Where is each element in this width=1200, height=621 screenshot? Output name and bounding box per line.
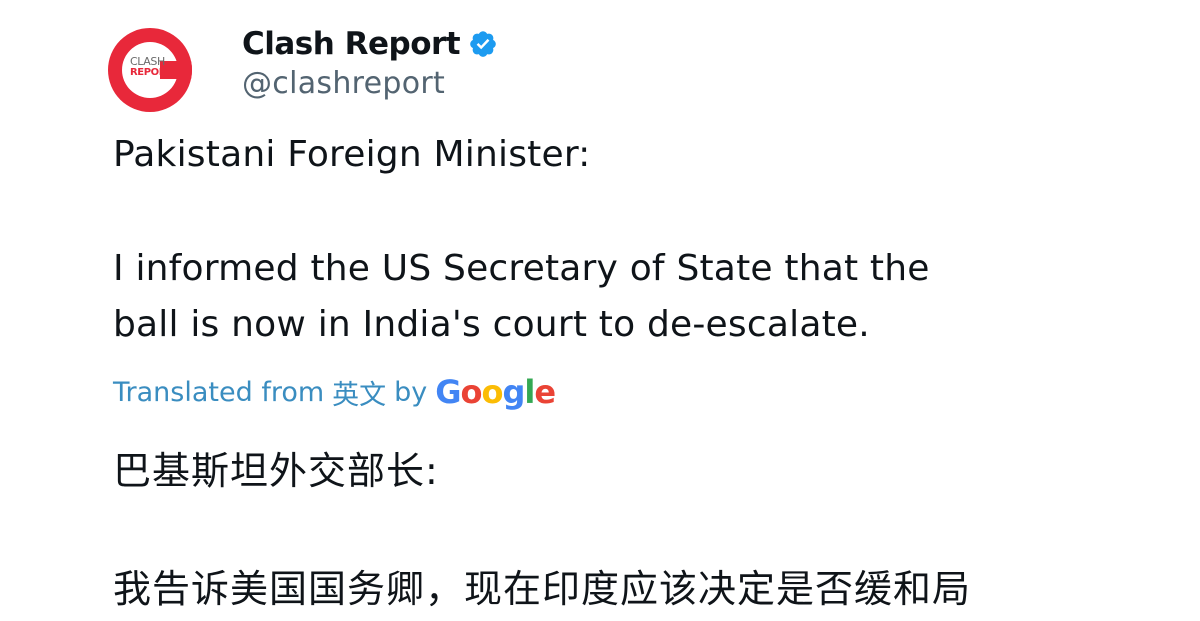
tweet-text-line: I informed the US Secretary of State tha… (113, 248, 930, 289)
avatar-logo-text-top: CLASH (130, 55, 165, 68)
google-logo: Google (435, 373, 556, 411)
translation-attribution[interactable]: Translated from 英文 by Google (113, 372, 556, 412)
author-handle[interactable]: @clashreport (242, 66, 445, 101)
tweet-text-line: Pakistani Foreign Minister: (113, 134, 591, 175)
avatar[interactable]: CLASH REPORT (108, 28, 192, 112)
source-language: 英文 (332, 379, 387, 411)
translated-by-label: by (394, 376, 428, 408)
verified-badge-icon (470, 31, 496, 57)
author-display-name[interactable]: Clash Report (242, 26, 461, 62)
translated-text-line: 巴基斯坦外交部长: (113, 449, 439, 493)
translated-from-label: Translated from (113, 376, 325, 408)
translated-text-line: 我告诉美国国务卿，现在印度应该决定是否缓和局 (113, 567, 972, 611)
author-name-row: Clash Report (242, 22, 498, 66)
tweet: CLASH REPORT Clash Report @clashreport P… (0, 0, 1200, 621)
avatar-logo-text-bottom: REPORT (130, 67, 173, 78)
tweet-text-line: ball is now in India's court to de-escal… (113, 304, 870, 345)
avatar-logo-text: CLASH REPORT (130, 56, 172, 78)
